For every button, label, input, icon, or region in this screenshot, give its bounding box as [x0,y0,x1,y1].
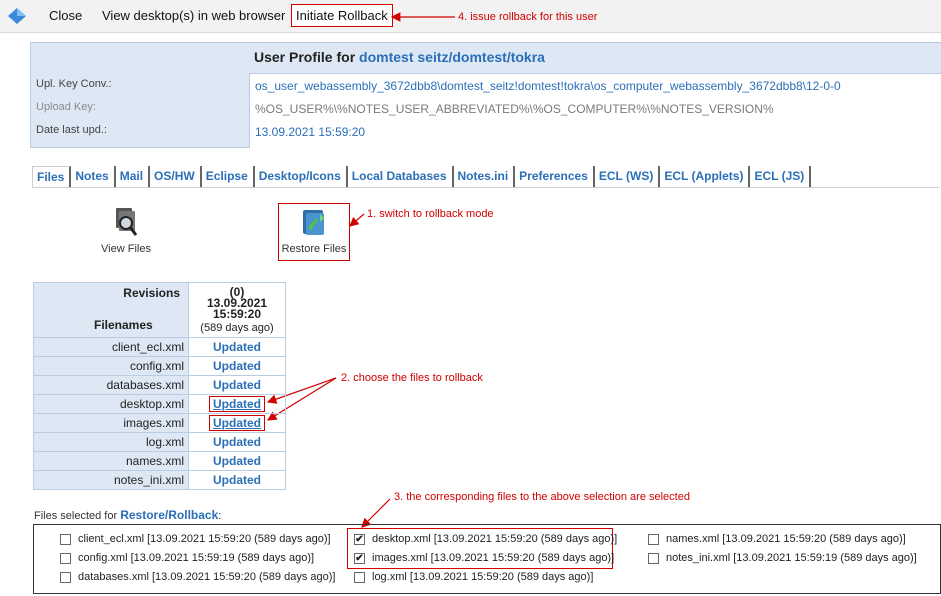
filename-cell: images.xml [33,413,189,433]
annotation-2: 2. choose the files to rollback [341,372,483,384]
checkbox-checked[interactable]: ✔ [354,552,365,564]
revision-column-header: (0) 13.09.2021 15:59:20 (589 days ago) [188,282,286,338]
tab-desktop-icons[interactable]: Desktop/Icons [255,166,348,188]
tab-ecl-js[interactable]: ECL (JS) [750,166,812,188]
tab-notes[interactable]: Notes [71,166,116,188]
tab-os-hw[interactable]: OS/HW [150,166,202,188]
revisions-header-left: Revisions Filenames [33,282,189,338]
restore-files-label: Restore Files [281,243,347,255]
view-files-icon [116,208,138,236]
upl-key-conv-value: os_user_webassembly_3672dbb8\domtest_sei… [255,79,841,93]
table-row: images.xml Updated [33,413,286,433]
restore-files-icon [303,210,324,235]
filename-cell: log.xml [33,432,189,452]
upl-key-conv-label: Upl. Key Conv.: [36,78,112,90]
checkbox-config[interactable]: config.xml [13.09.2021 15:59:19 (589 day… [60,552,314,564]
date-last-upd-label: Date last upd.: [36,124,107,136]
tab-local-databases[interactable]: Local Databases [348,166,454,188]
view-files-button[interactable]: View Files [98,206,154,255]
table-row: notes_ini.xml Updated [33,470,286,490]
checkbox-notes-ini[interactable]: notes_ini.xml [13.09.2021 15:59:19 (589 … [648,552,917,564]
filename-cell: databases.xml [33,375,189,395]
table-row: log.xml Updated [33,432,286,452]
checkbox[interactable] [60,571,71,583]
filename-cell: notes_ini.xml [33,470,189,490]
table-row: client_ecl.xml Updated [33,337,286,357]
filename-cell: config.xml [33,356,189,376]
filename-cell: client_ecl.xml [33,337,189,357]
initiate-rollback-button[interactable]: Initiate Rollback [291,4,393,27]
status-link-selected[interactable]: Updated [188,394,286,414]
tab-files[interactable]: Files [32,166,72,188]
restore-files-button[interactable]: Restore Files [280,206,348,255]
tab-bar: Files Notes Mail OS/HW Eclipse Desktop/I… [32,166,812,188]
checkbox-desktop[interactable]: ✔ desktop.xml [13.09.2021 15:59:20 (589 d… [354,533,617,545]
checkbox-client-ecl[interactable]: client_ecl.xml [13.09.2021 15:59:20 (589… [60,533,331,545]
tab-eclipse[interactable]: Eclipse [202,166,255,188]
profile-user-link[interactable]: domtest seitz/domtest/tokra [359,49,545,65]
restore-rollback-link[interactable]: Restore/Rollback [120,508,218,522]
selection-label: Files selected for Restore/Rollback: [34,508,222,522]
date-last-upd-value: 13.09.2021 15:59:20 [255,125,366,139]
status-link-selected[interactable]: Updated [188,413,286,433]
status-link[interactable]: Updated [188,470,286,490]
status-link[interactable]: Updated [188,375,286,395]
tab-notes-ini[interactable]: Notes.ini [454,166,516,188]
checkbox-names[interactable]: names.xml [13.09.2021 15:59:20 (589 days… [648,533,906,545]
checkbox[interactable] [60,533,71,545]
checkbox-databases[interactable]: databases.xml [13.09.2021 15:59:20 (589 … [60,571,335,583]
table-row: desktop.xml Updated [33,394,286,414]
upload-key-label: Upload Key: [36,101,96,113]
tab-preferences[interactable]: Preferences [515,166,595,188]
table-row: databases.xml Updated [33,375,286,395]
annotation-3: 3. the corresponding files to the above … [394,491,690,503]
tab-ecl-ws[interactable]: ECL (WS) [595,166,661,188]
filenames-label: Filenames [94,318,153,332]
upload-key-value: %OS_USER%\%NOTES_USER_ABBREVIATED%\%OS_C… [255,102,774,116]
status-link[interactable]: Updated [188,451,286,471]
view-desktop-button[interactable]: View desktop(s) in web browser [102,8,285,23]
annotation-4: 4. issue rollback for this user [458,11,598,23]
revisions-table: Revisions Filenames (0) 13.09.2021 15:59… [33,282,286,490]
checkbox[interactable] [354,571,365,583]
checkbox-log[interactable]: log.xml [13.09.2021 15:59:20 (589 days a… [354,571,593,583]
status-link[interactable]: Updated [188,356,286,376]
close-button[interactable]: Close [49,8,82,23]
checkbox[interactable] [648,552,659,564]
checkbox-images[interactable]: ✔ images.xml [13.09.2021 15:59:20 (589 da… [354,552,614,564]
app-logo-icon [8,8,26,24]
annotation-1: 1. switch to rollback mode [367,208,494,220]
tab-mail[interactable]: Mail [116,166,151,188]
checkbox[interactable] [60,552,71,564]
revisions-label: Revisions [123,286,180,300]
filename-cell: names.xml [33,451,189,471]
tab-underline [32,187,940,188]
status-link[interactable]: Updated [188,432,286,452]
tab-ecl-applets[interactable]: ECL (Applets) [660,166,751,188]
checkbox[interactable] [648,533,659,545]
view-files-label: View Files [101,243,151,255]
status-link[interactable]: Updated [188,337,286,357]
filename-cell: desktop.xml [33,394,189,414]
profile-title: User Profile for domtest seitz/domtest/t… [254,49,545,65]
table-row: config.xml Updated [33,356,286,376]
checkbox-checked[interactable]: ✔ [354,533,365,545]
table-row: names.xml Updated [33,451,286,471]
